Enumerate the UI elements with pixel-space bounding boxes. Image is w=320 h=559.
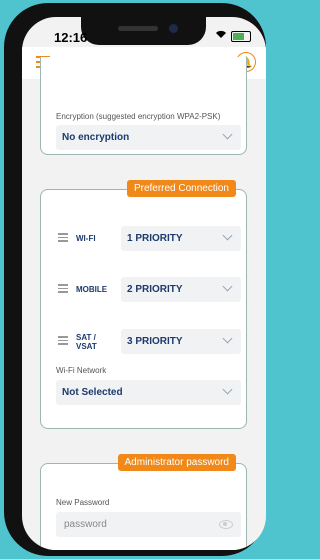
encryption-value: No encryption — [62, 132, 130, 143]
drag-handle-icon[interactable] — [58, 233, 68, 244]
volume-up-button — [4, 115, 9, 157]
volume-down-button — [4, 167, 9, 209]
chevron-down-icon — [222, 281, 233, 292]
encryption-card: Encryption (suggested encryption WPA2-PS… — [40, 57, 247, 155]
drag-handle-icon[interactable] — [58, 336, 68, 347]
admin-password-title: Administrator password — [117, 454, 236, 471]
connection-row-sat: SAT / VSAT 3 PRIORITY — [41, 329, 246, 354]
wifi-icon — [215, 30, 227, 42]
wifi-network-label: Wi-Fi Network — [56, 366, 107, 375]
encryption-label: Encryption (suggested encryption WPA2-PS… — [56, 112, 221, 121]
password-placeholder: password — [64, 519, 107, 530]
screen: 12:16 weBoat 🔔 Encryption (suggested enc… — [22, 17, 266, 550]
chevron-down-icon — [222, 384, 233, 395]
connection-row-mobile: MOBILE 2 PRIORITY — [41, 277, 246, 302]
speaker — [118, 26, 158, 31]
encryption-select[interactable]: No encryption — [56, 125, 241, 150]
priority-value: 3 PRIORITY — [127, 336, 183, 347]
connection-label: MOBILE — [76, 285, 108, 294]
notch — [81, 17, 206, 45]
status-icons — [215, 30, 251, 42]
phone-frame: 12:16 weBoat 🔔 Encryption (suggested enc… — [4, 3, 266, 556]
priority-select[interactable]: 2 PRIORITY — [121, 277, 241, 302]
drag-handle-icon[interactable] — [58, 284, 68, 295]
connection-row-wifi: WI-FI 1 PRIORITY — [41, 226, 246, 251]
preferred-connection-title: Preferred Connection — [126, 180, 236, 197]
camera — [169, 24, 178, 33]
new-password-label: New Password — [56, 498, 110, 507]
new-password-input[interactable]: password — [56, 512, 241, 537]
status-time: 12:16 — [54, 30, 88, 45]
priority-select[interactable]: 3 PRIORITY — [121, 329, 241, 354]
battery-icon — [231, 30, 251, 42]
chevron-down-icon — [222, 129, 233, 140]
admin-password-card: Administrator password New Password pass… — [40, 454, 247, 550]
connection-label: SAT / VSAT — [76, 332, 97, 351]
priority-select[interactable]: 1 PRIORITY — [121, 226, 241, 251]
connection-label: WI-FI — [76, 234, 96, 243]
preferred-connection-card: Preferred Connection WI-FI 1 PRIORITY MO… — [40, 180, 247, 429]
priority-value: 1 PRIORITY — [127, 233, 183, 244]
priority-value: 2 PRIORITY — [127, 284, 183, 295]
eye-icon[interactable] — [219, 520, 233, 529]
wifi-network-value: Not Selected — [62, 387, 123, 398]
mute-switch — [4, 75, 9, 101]
chevron-down-icon — [222, 230, 233, 241]
wifi-network-select[interactable]: Not Selected — [56, 380, 241, 405]
chevron-down-icon — [222, 333, 233, 344]
